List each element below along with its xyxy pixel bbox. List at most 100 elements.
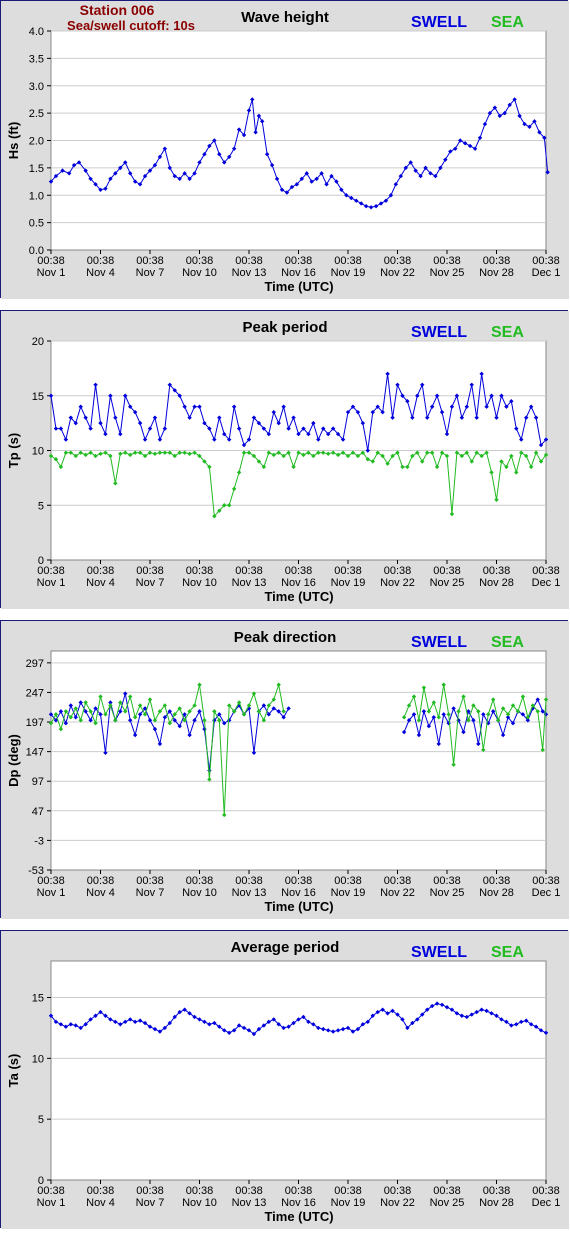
x-tick-date: Nov 7	[136, 1197, 165, 1209]
x-tick-date: Nov 7	[136, 577, 165, 589]
x-tick-date: Nov 22	[380, 267, 415, 279]
y-tick-label: 1.0	[29, 190, 44, 202]
x-tick-date: Nov 1	[37, 267, 66, 279]
x-tick-time: 00:38	[136, 1185, 164, 1197]
x-tick-date: Nov 28	[479, 267, 514, 279]
y-tick-label: 15	[32, 391, 44, 403]
plot-area	[50, 960, 547, 1181]
x-tick-date: Nov 22	[380, 577, 415, 589]
y-tick-label: 4.0	[29, 26, 44, 38]
x-tick-time: 00:38	[37, 255, 65, 267]
x-axis-label: Time (UTC)	[264, 899, 333, 914]
wave-height-panel: 0.0 0.5 1.0 1.5 2.0 2.5 3.0 3.5 4.0 00:38 Nov 1 00:…	[0, 0, 569, 299]
x-tick-time: 00:38	[384, 565, 412, 577]
y-tick-label: 3.0	[29, 81, 44, 93]
chart-title: Average period	[231, 939, 340, 956]
legend-swell: SWELL	[411, 324, 467, 341]
chart-title: Peak period	[242, 319, 327, 336]
y-tick-label: 0.5	[29, 218, 44, 230]
x-tick-date: Nov 4	[86, 577, 115, 589]
x-tick-time: 00:38	[334, 565, 362, 577]
x-tick-date: Nov 19	[331, 577, 366, 589]
x-tick-date: Nov 25	[430, 267, 465, 279]
x-tick-time: 00:38	[433, 255, 461, 267]
x-tick-time: 00:38	[186, 1185, 214, 1197]
y-axis-label: Hs (ft)	[6, 122, 21, 160]
x-tick-time: 00:38	[532, 255, 560, 267]
station-subtitle: Sea/swell cutoff: 10s	[67, 18, 195, 33]
average-period-chart: 05101500:38Nov 100:38Nov 400:38Nov 700:3…	[1, 931, 569, 1229]
y-tick-label: 1.5	[29, 163, 44, 175]
y-axis-label: Tp (s)	[6, 433, 21, 468]
x-tick-date: Nov 16	[281, 1197, 316, 1209]
legend-swell: SWELL	[411, 14, 467, 31]
x-tick-time: 00:38	[235, 875, 263, 887]
x-tick-date: Nov 28	[479, 577, 514, 589]
x-tick-time: 00:38	[87, 255, 115, 267]
y-tick-label: 15	[32, 993, 44, 1005]
legend-swell: SWELL	[411, 944, 467, 961]
x-tick-time: 00:38	[37, 1185, 65, 1197]
x-tick-date: Nov 13	[232, 577, 267, 589]
x-tick-date: Nov 25	[430, 887, 465, 899]
x-tick-time: 00:38	[186, 565, 214, 577]
x-tick-time: 00:38	[483, 1185, 511, 1197]
x-tick-time: 00:38	[483, 565, 511, 577]
x-tick-time: 00:38	[384, 255, 412, 267]
x-tick-date: Nov 19	[331, 887, 366, 899]
y-tick-label: 197	[26, 717, 44, 729]
x-tick-date: Nov 16	[281, 577, 316, 589]
x-tick-time: 00:38	[532, 875, 560, 887]
x-tick-time: 00:38	[186, 875, 214, 887]
x-tick-time: 00:38	[136, 875, 164, 887]
y-tick-label: 20	[32, 336, 44, 348]
x-tick-time: 00:38	[334, 1185, 362, 1197]
x-tick-date: Nov 10	[182, 887, 217, 899]
x-axis-label: Time (UTC)	[264, 1209, 333, 1224]
x-tick-time: 00:38	[37, 875, 65, 887]
x-tick-date: Nov 22	[380, 887, 415, 899]
legend-swell: SWELL	[411, 634, 467, 651]
x-tick-time: 00:38	[384, 875, 412, 887]
x-tick-date: Dec 1	[532, 887, 561, 899]
x-tick-time: 00:38	[532, 1185, 560, 1197]
peak-direction-panel: -53 -3 47 97 147 197 247 297 00:38 Nov 1 00:38 Nov …	[0, 620, 569, 919]
y-tick-label: 2.5	[29, 108, 44, 120]
x-tick-date: Nov 22	[380, 1197, 415, 1209]
plot-area	[50, 650, 547, 871]
chart-title: Peak direction	[234, 629, 337, 646]
x-tick-time: 00:38	[87, 565, 115, 577]
x-axis-label: Time (UTC)	[264, 589, 333, 604]
x-tick-date: Nov 4	[86, 887, 115, 899]
x-tick-date: Nov 4	[86, 267, 115, 279]
x-tick-date: Nov 1	[37, 577, 66, 589]
x-tick-date: Nov 19	[331, 267, 366, 279]
wave-height-chart: 0.00.51.01.52.02.53.03.54.000:38Nov 100:…	[1, 1, 569, 299]
x-tick-date: Dec 1	[532, 1197, 561, 1209]
x-tick-date: Nov 10	[182, 577, 217, 589]
legend-sea: SEA	[491, 324, 524, 341]
x-tick-date: Dec 1	[532, 267, 561, 279]
x-tick-time: 00:38	[37, 565, 65, 577]
x-tick-time: 00:38	[483, 255, 511, 267]
x-tick-date: Nov 16	[281, 887, 316, 899]
x-tick-time: 00:38	[384, 1185, 412, 1197]
x-tick-time: 00:38	[136, 255, 164, 267]
x-tick-date: Nov 7	[136, 267, 165, 279]
y-tick-label: 97	[32, 776, 44, 788]
y-tick-label: 247	[26, 687, 44, 699]
x-tick-time: 00:38	[433, 1185, 461, 1197]
station-title: Station 006	[80, 2, 155, 18]
x-tick-date: Nov 13	[232, 1197, 267, 1209]
x-tick-date: Nov 25	[430, 1197, 465, 1209]
x-tick-date: Nov 13	[232, 267, 267, 279]
x-tick-date: Nov 25	[430, 577, 465, 589]
x-tick-date: Nov 16	[281, 267, 316, 279]
chart-title: Wave height	[241, 9, 329, 26]
x-axis-label: Time (UTC)	[264, 279, 333, 294]
y-tick-label: 5	[38, 500, 44, 512]
x-tick-time: 00:38	[532, 565, 560, 577]
x-tick-date: Nov 13	[232, 887, 267, 899]
x-tick-date: Nov 1	[37, 887, 66, 899]
x-tick-date: Nov 28	[479, 887, 514, 899]
